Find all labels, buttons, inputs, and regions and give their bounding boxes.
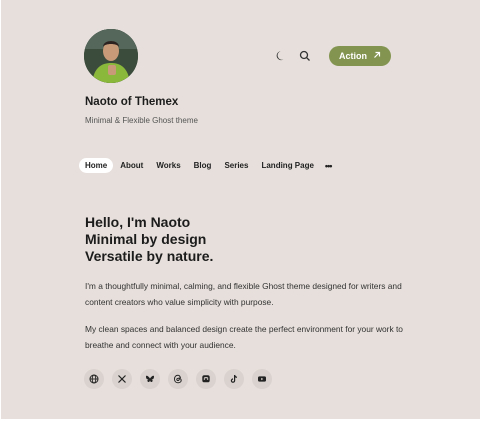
avatar[interactable] <box>84 29 138 83</box>
globe-icon[interactable] <box>84 369 104 389</box>
nav-item-blog[interactable]: Blog <box>188 158 218 173</box>
nav-item-works[interactable]: Works <box>150 158 186 173</box>
social-links <box>84 369 280 389</box>
moon-icon[interactable] <box>271 46 291 66</box>
arrow-up-right-icon <box>373 51 381 61</box>
site-description: Minimal & Flexible Ghost theme <box>85 116 198 125</box>
nav-item-landing-page[interactable]: Landing Page <box>255 158 319 173</box>
action-label: Action <box>339 51 367 61</box>
hero-line-2: Minimal by design <box>85 231 207 247</box>
nav-item-about[interactable]: About <box>114 158 149 173</box>
header-actions: Action <box>271 45 391 67</box>
intro-paragraph-2: My clean spaces and balanced design crea… <box>85 324 403 350</box>
hero-line-3: Versatile by nature. <box>85 248 214 264</box>
threads-icon[interactable] <box>168 369 188 389</box>
intro-paragraph-1: I'm a thoughtfully minimal, calming, and… <box>85 281 402 307</box>
nav-item-home[interactable]: Home <box>79 158 114 173</box>
x-icon[interactable] <box>112 369 132 389</box>
main-nav: Home About Works Blog Series Landing Pag… <box>79 158 335 173</box>
bluesky-icon[interactable] <box>140 369 160 389</box>
hero-line-1: Hello, I'm Naoto <box>85 214 191 230</box>
page: Action Naoto of Themex Minimal & Flexibl… <box>1 0 480 419</box>
tiktok-icon[interactable] <box>224 369 244 389</box>
more-menu-icon[interactable]: ••• <box>321 161 335 171</box>
hero-heading: Hello, I'm Naoto Minimal by design Versa… <box>85 214 213 265</box>
youtube-icon[interactable] <box>252 369 272 389</box>
action-button[interactable]: Action <box>329 46 391 66</box>
nav-item-series[interactable]: Series <box>218 158 254 173</box>
mastodon-icon[interactable] <box>196 369 216 389</box>
search-icon[interactable] <box>295 46 315 66</box>
site-title[interactable]: Naoto of Themex <box>85 96 178 108</box>
